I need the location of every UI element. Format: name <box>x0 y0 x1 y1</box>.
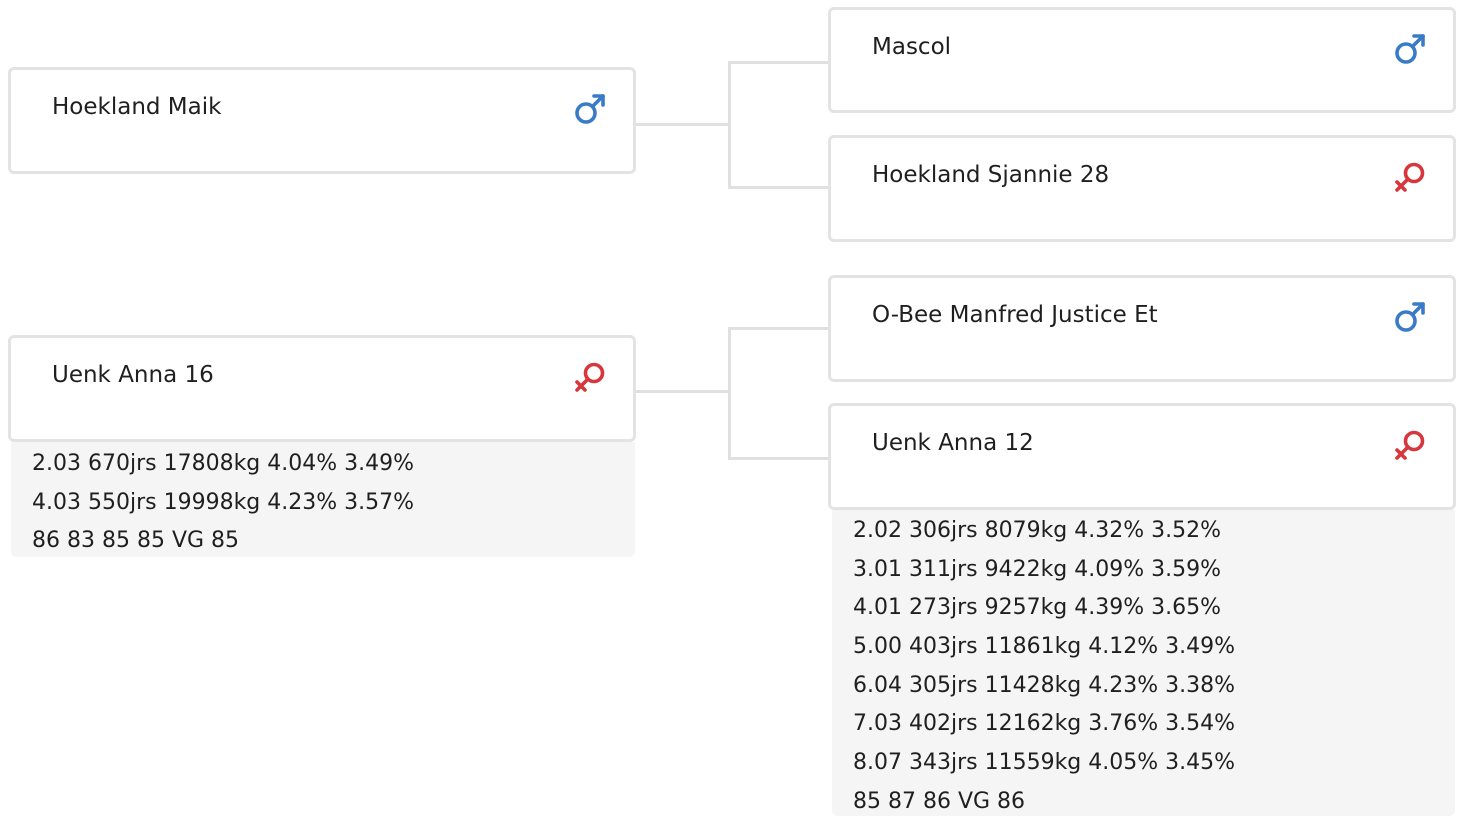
record-line: 2.03 670jrs 17808kg 4.04% 3.49% <box>32 451 415 476</box>
record-line: 3.01 311jrs 9422kg 4.09% 3.59% <box>853 556 1222 582</box>
sire-card[interactable]: Hoekland Maik <box>8 67 636 174</box>
record-line: 4.01 273jrs 9257kg 4.39% 3.65% <box>853 595 1222 621</box>
record-line: 86 83 85 85 VG 85 <box>32 528 240 554</box>
animal-name: Mascol <box>872 34 952 60</box>
record-line: 2.02 306jrs 8079kg 4.32% 3.52% <box>853 518 1222 543</box>
male-symbol-icon <box>575 94 605 124</box>
maternal-granddam-card[interactable]: Uenk Anna 12 <box>828 403 1456 510</box>
paternal-grandsire-card[interactable]: Mascol <box>828 7 1456 113</box>
paternal-granddam-card[interactable]: Hoekland Sjannie 28 <box>828 135 1456 242</box>
female-symbol-icon <box>1395 430 1425 460</box>
record-line: 4.03 550jrs 19998kg 4.23% 3.57% <box>32 489 415 515</box>
record-line: 7.03 402jrs 12162kg 3.76% 3.54% <box>853 711 1236 737</box>
record-line: 85 87 86 VG 86 <box>853 788 1026 814</box>
animal-name: Hoekland Sjannie 28 <box>872 162 1110 188</box>
pedigree-canvas: Hoekland Maik Mascol Hoekland Sjannie 28… <box>0 0 1461 816</box>
dam-records-panel: 2.03 670jrs 17808kg 4.04% 3.49% 4.03 550… <box>11 442 635 557</box>
female-symbol-icon <box>575 362 605 392</box>
connector-line <box>728 327 731 460</box>
connector-line <box>728 61 731 189</box>
animal-name: Hoekland Maik <box>52 94 222 120</box>
animal-name: Uenk Anna 16 <box>52 362 214 388</box>
connector-line <box>634 390 731 393</box>
connector-line <box>634 123 731 126</box>
connector-line <box>728 61 831 64</box>
female-symbol-icon <box>1395 162 1425 192</box>
male-symbol-icon <box>1395 34 1425 64</box>
connector-line <box>728 327 831 330</box>
granddam-records-panel: 2.02 306jrs 8079kg 4.32% 3.52% 3.01 311j… <box>832 510 1455 816</box>
connector-line <box>728 457 831 460</box>
animal-name: O-Bee Manfred Justice Et <box>872 302 1158 328</box>
maternal-grandsire-card[interactable]: O-Bee Manfred Justice Et <box>828 275 1456 382</box>
dam-card[interactable]: Uenk Anna 16 <box>8 335 636 442</box>
record-line: 8.07 343jrs 11559kg 4.05% 3.45% <box>853 750 1236 776</box>
record-line: 5.00 403jrs 11861kg 4.12% 3.49% <box>853 634 1236 660</box>
record-line: 6.04 305jrs 11428kg 4.23% 3.38% <box>853 672 1236 698</box>
male-symbol-icon <box>1395 302 1425 332</box>
animal-name: Uenk Anna 12 <box>872 430 1034 456</box>
connector-line <box>728 186 831 189</box>
